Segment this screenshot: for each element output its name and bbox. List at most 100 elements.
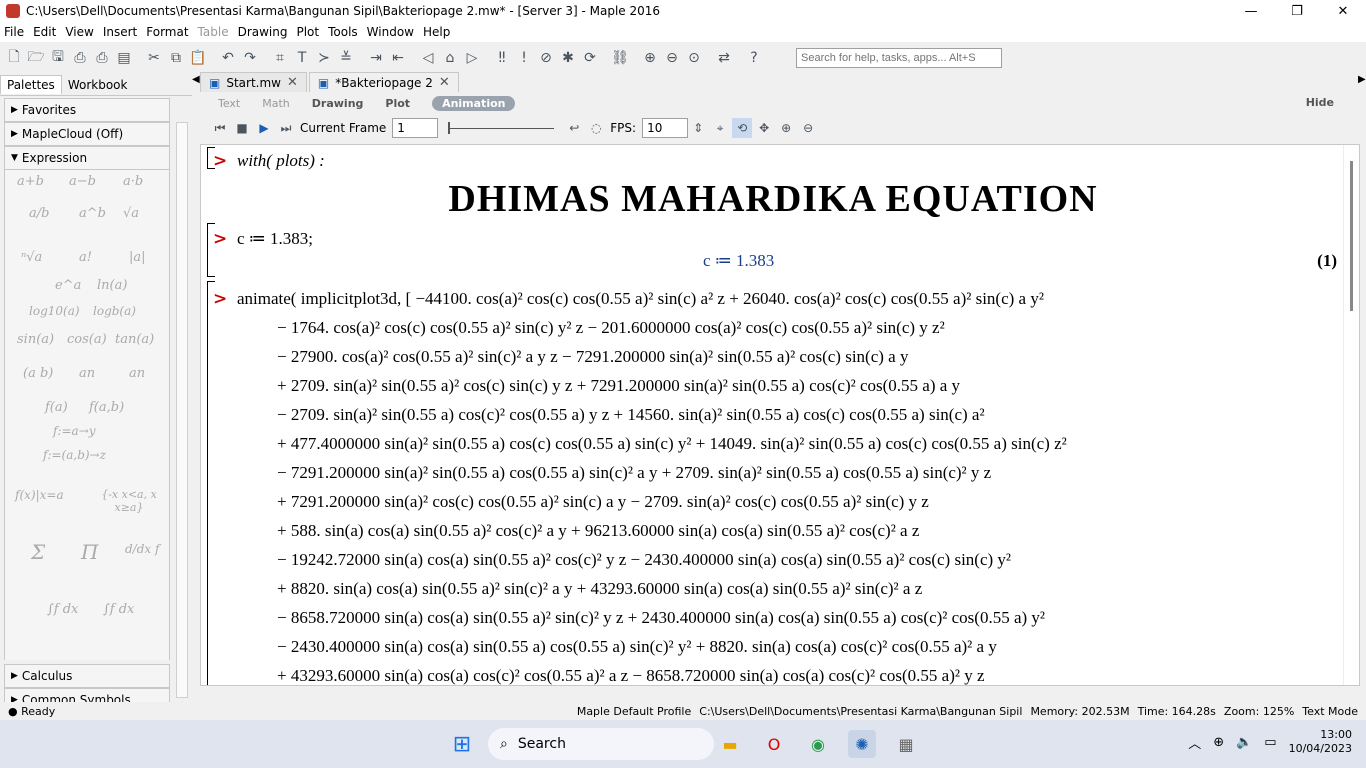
- tab-bakteriopage[interactable]: ▣ *Bakteriopage 2 ✕: [308, 72, 459, 92]
- fps-stepper-icon[interactable]: ⇕: [688, 118, 708, 138]
- collapse-panel-icon[interactable]: ◀: [192, 74, 200, 98]
- windows-start-icon[interactable]: ⊞: [448, 730, 476, 758]
- math-line[interactable]: − 7291.200000 sin(a)² sin(0.55 a) cos(0.…: [277, 463, 991, 483]
- chrome-icon[interactable]: ◉: [804, 730, 832, 758]
- palette-item[interactable]: a+b: [17, 174, 44, 189]
- stop-icon[interactable]: ⊘: [536, 48, 556, 68]
- menu-insert[interactable]: Insert: [103, 25, 137, 39]
- scrollbar-thumb[interactable]: [1350, 161, 1353, 311]
- print-icon[interactable]: ⎙: [70, 48, 90, 68]
- ctx-drawing[interactable]: Drawing: [312, 97, 364, 110]
- palette-favorites[interactable]: ▶ Favorites: [4, 98, 170, 122]
- palette-item[interactable]: an: [129, 366, 145, 381]
- palette-expression[interactable]: ▼ Expression: [4, 146, 170, 170]
- opera-icon[interactable]: O: [760, 730, 788, 758]
- palette-maplecloud[interactable]: ▶ MapleCloud (Off): [4, 122, 170, 146]
- frame-slider[interactable]: [448, 122, 555, 134]
- export-icon[interactable]: ▤: [114, 48, 134, 68]
- math-line[interactable]: + 588. sin(a) cos(a) sin(0.55 a)² cos(c)…: [277, 521, 919, 541]
- math-line[interactable]: + 7291.200000 sin(a)² cos(c) cos(0.55 a)…: [277, 492, 929, 512]
- zoom-out-icon[interactable]: ⊖: [662, 48, 682, 68]
- menu-view[interactable]: View: [65, 25, 93, 39]
- cut-icon[interactable]: ✂: [144, 48, 164, 68]
- math-line[interactable]: + 2709. sin(a)² sin(0.55 a)² cos(c) sin(…: [277, 376, 960, 396]
- save-icon[interactable]: 🖫: [48, 48, 68, 68]
- taskbar-search[interactable]: ⌕ Search: [488, 728, 714, 760]
- math-line[interactable]: − 19242.72000 sin(a) cos(a) sin(0.55 a)²…: [277, 550, 1011, 570]
- worksheet-scrollbar[interactable]: [1343, 145, 1359, 685]
- palette-item[interactable]: ∫f dx: [103, 602, 134, 617]
- execute-icon[interactable]: !: [514, 48, 534, 68]
- math-line[interactable]: − 27900. cos(a)² cos(0.55 a)² sin(c)² a …: [277, 347, 908, 367]
- language-icon[interactable]: ⊕: [1213, 735, 1224, 750]
- palette-calculus[interactable]: ▶ Calculus: [4, 664, 170, 688]
- palette-item[interactable]: sin(a): [17, 332, 54, 347]
- palette-item[interactable]: Σ: [31, 540, 45, 564]
- palette-item[interactable]: √a: [123, 206, 139, 221]
- first-frame-icon[interactable]: ⏮: [210, 118, 230, 138]
- tab-workbook[interactable]: Workbook: [62, 76, 134, 94]
- palette-item[interactable]: |a|: [129, 250, 146, 265]
- rotate-icon[interactable]: ⟲: [732, 118, 753, 138]
- ctx-math[interactable]: Math: [262, 97, 290, 110]
- menu-tools[interactable]: Tools: [328, 25, 358, 39]
- print-preview-icon[interactable]: ⎙: [92, 48, 112, 68]
- zoom-in-icon[interactable]: ⊕: [640, 48, 660, 68]
- app-taskbar-icon[interactable]: ▦: [892, 730, 920, 758]
- palette-item[interactable]: log10(a): [29, 304, 80, 318]
- tab-start[interactable]: ▣ Start.mw ✕: [200, 72, 307, 92]
- fps-input[interactable]: 10: [642, 118, 689, 138]
- palette-item[interactable]: an: [79, 366, 95, 381]
- redo-icon[interactable]: ↷: [240, 48, 260, 68]
- palette-item[interactable]: Π: [81, 540, 98, 564]
- math-line[interactable]: − 1764. cos(a)² cos(c) cos(0.55 a)² sin(…: [277, 318, 945, 338]
- hide-button[interactable]: Hide: [1306, 96, 1334, 109]
- help-search-input[interactable]: [796, 48, 1002, 68]
- palette-item[interactable]: {-x x<a, x x≥a}: [89, 488, 169, 514]
- battery-icon[interactable]: ▭: [1264, 735, 1276, 750]
- zoom-in-plot-icon[interactable]: ⊕: [776, 118, 796, 138]
- palette-item[interactable]: a!: [79, 250, 92, 265]
- palette-item[interactable]: f:=(a,b)→z: [43, 448, 106, 462]
- direction-icon[interactable]: ◌: [586, 118, 606, 138]
- palette-item[interactable]: a/b: [29, 206, 49, 221]
- home-icon[interactable]: ⌂: [440, 48, 460, 68]
- close-tab-icon[interactable]: ✕: [439, 75, 450, 90]
- menu-plot[interactable]: Plot: [296, 25, 319, 39]
- palette-item[interactable]: ∫f dx: [47, 602, 78, 617]
- math-input-with-plots[interactable]: with( plots) :: [237, 151, 325, 171]
- palette-item[interactable]: f(a): [45, 400, 68, 415]
- close-button[interactable]: ✕: [1320, 0, 1366, 22]
- menu-help[interactable]: Help: [423, 25, 450, 39]
- math-line[interactable]: + 43293.60000 sin(a) cos(a) cos(c)² cos(…: [277, 666, 985, 685]
- outdent-icon[interactable]: ⇤: [388, 48, 408, 68]
- new-document-icon[interactable]: 🗋: [4, 48, 24, 68]
- palette-item[interactable]: (a b): [23, 366, 53, 381]
- text-mode-icon[interactable]: T: [292, 48, 312, 68]
- palette-item[interactable]: e^a: [55, 278, 81, 293]
- math-line[interactable]: animate( implicitplot3d, [ −44100. cos(a…: [237, 289, 1044, 309]
- minimize-button[interactable]: —: [1228, 0, 1274, 22]
- palette-scrollbar[interactable]: [176, 122, 188, 698]
- math-line[interactable]: − 2709. sin(a)² sin(0.55 a) cos(c)² cos(…: [277, 405, 985, 425]
- close-tab-icon[interactable]: ✕: [287, 75, 298, 90]
- palette-item[interactable]: ⁿ√a: [21, 250, 42, 265]
- open-icon[interactable]: 🗁: [26, 48, 46, 68]
- math-line[interactable]: + 8820. sin(a) cos(a) sin(0.55 a)² sin(c…: [277, 579, 922, 599]
- clock[interactable]: 13:00 10/04/2023: [1289, 728, 1352, 756]
- copy-icon[interactable]: ⧉: [166, 48, 186, 68]
- math-line[interactable]: − 8658.720000 sin(a) cos(a) sin(0.55 a)²…: [277, 608, 1045, 628]
- menu-drawing[interactable]: Drawing: [238, 25, 288, 39]
- ctx-plot[interactable]: Plot: [385, 97, 410, 110]
- menu-edit[interactable]: Edit: [33, 25, 56, 39]
- math-input-assign[interactable]: c ≔ 1.383;: [237, 229, 313, 249]
- ctx-text[interactable]: Text: [218, 97, 240, 110]
- current-frame-input[interactable]: 1: [392, 118, 439, 138]
- palette-item[interactable]: a·b: [123, 174, 143, 189]
- worksheet[interactable]: > with( plots) : DHIMAS MAHARDIKA EQUATI…: [200, 144, 1360, 686]
- palette-item[interactable]: tan(a): [115, 332, 154, 347]
- math-line[interactable]: − 2430.400000 sin(a) cos(a) sin(0.55 a) …: [277, 637, 997, 657]
- paste-icon[interactable]: 📋: [188, 48, 208, 68]
- menu-table[interactable]: Table: [198, 25, 229, 39]
- palette-item[interactable]: f:=a→y: [53, 424, 96, 438]
